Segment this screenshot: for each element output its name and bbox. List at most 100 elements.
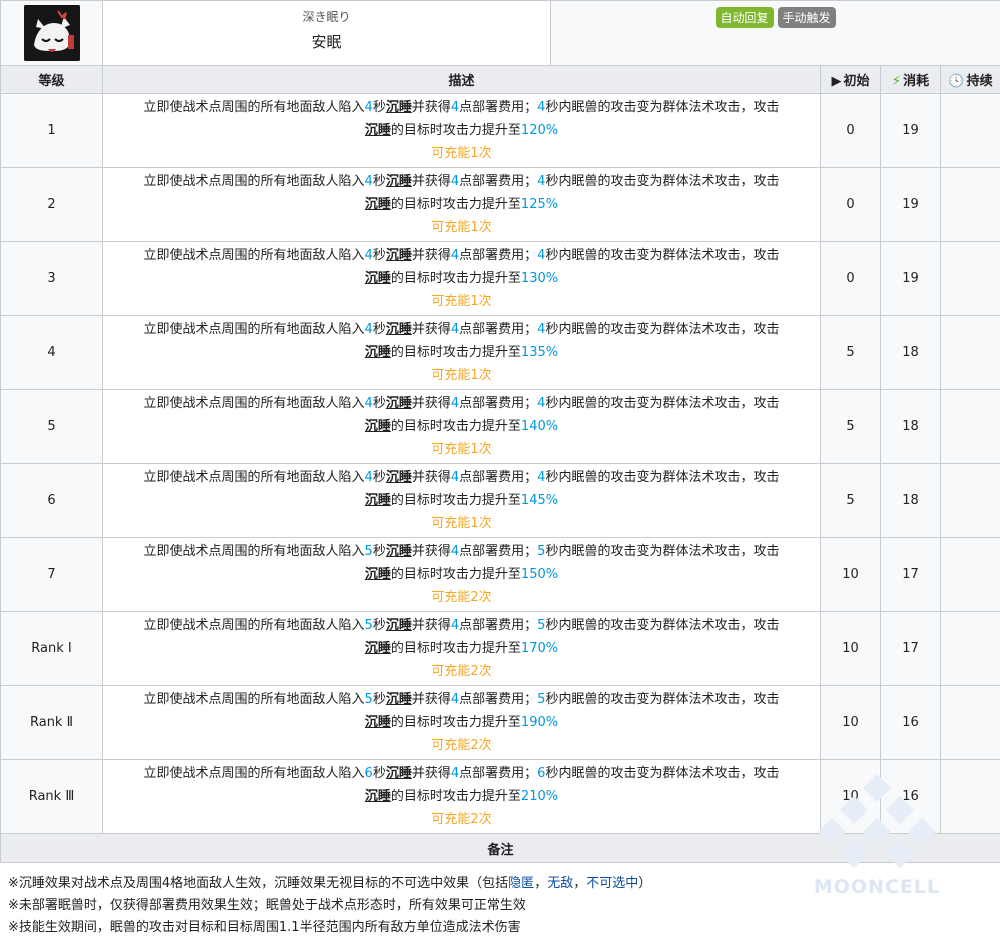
sleep-keyword[interactable]: 沉睡 (365, 567, 391, 582)
description-cell: 立即使战术点周围的所有地面敌人陷入4秒沉睡并获得4点部署费用；4秒内眠兽的攻击变… (102, 167, 821, 242)
sleep-keyword[interactable]: 沉睡 (386, 692, 412, 707)
sleep-keyword[interactable]: 沉睡 (365, 715, 391, 730)
level-rows: 1 立即使战术点周围的所有地面敌人陷入4秒沉睡并获得4点部署费用；4秒内眠兽的攻击… (0, 93, 1000, 834)
charge-text: 可充能1次 (431, 516, 492, 531)
desc-line-2: 沉睡的目标时攻击力提升至125% (364, 197, 559, 212)
sleep-seconds-value: 4 (364, 322, 373, 337)
sp-cost-cell: 19 (880, 93, 941, 168)
initial-sp-cell: 10 (820, 537, 881, 612)
level-row: 4 立即使战术点周围的所有地面敌人陷入4秒沉睡并获得4点部署费用；4秒内眠兽的攻击… (0, 315, 1000, 390)
note-line-2: ※未部署眠兽时，仅获得部署费用效果生效；眠兽处于战术点形态时，所有效果可正常生效 (8, 898, 526, 913)
col-cost-header: ⚡ 消耗 (880, 65, 941, 94)
sleep-keyword[interactable]: 沉睡 (365, 345, 391, 360)
sp-cost-cell: 18 (880, 463, 941, 538)
initial-sp-cell: 5 (820, 315, 881, 390)
skill-name-japanese: 深き眠り (302, 10, 351, 24)
attack-percent-value: 145% (520, 493, 559, 508)
desc-line-2: 沉睡的目标时攻击力提升至135% (364, 345, 559, 360)
sleep-keyword[interactable]: 沉睡 (386, 248, 412, 263)
desc-line-1: 立即使战术点周围的所有地面敌人陷入5秒沉睡并获得4点部署费用；5秒内眠兽的攻击变… (143, 618, 780, 633)
sleep-keyword[interactable]: 沉睡 (386, 396, 412, 411)
initial-sp-cell: 10 (820, 611, 881, 686)
desc-line-2: 沉睡的目标时攻击力提升至210% (364, 789, 559, 804)
dp-value: 4 (450, 692, 460, 707)
level-cell: 3 (0, 241, 103, 316)
sp-cost-cell: 17 (880, 537, 941, 612)
desc-line-2: 沉睡的目标时攻击力提升至120% (364, 123, 559, 138)
sp-cost-cell: 18 (880, 315, 941, 390)
description-cell: 立即使战术点周围的所有地面敌人陷入4秒沉睡并获得4点部署费用；4秒内眠兽的攻击变… (102, 389, 821, 464)
clock-icon: 🕓 (948, 74, 965, 89)
level-cell: 4 (0, 315, 103, 390)
sleep-keyword[interactable]: 沉睡 (365, 419, 391, 434)
desc-line-2: 沉睡的目标时攻击力提升至190% (364, 715, 559, 730)
sleep-keyword[interactable]: 沉睡 (386, 544, 412, 559)
duration-cell (939, 611, 1000, 686)
desc-line-2: 沉睡的目标时攻击力提升至150% (364, 567, 559, 582)
desc-line-1: 立即使战术点周围的所有地面敌人陷入4秒沉睡并获得4点部署费用；4秒内眠兽的攻击变… (143, 174, 780, 189)
dp-value: 4 (450, 544, 460, 559)
sleep-seconds-value: 5 (364, 544, 373, 559)
col-desc-header: 描述 (102, 65, 821, 94)
dp-value: 4 (450, 248, 460, 263)
trigger-type-tag: 手动触发 (777, 6, 836, 28)
duration-cell (939, 537, 1000, 612)
note-line-3: ※技能生效期间，眠兽的攻击对目标和目标周围1.1半径范围内所有敌方单位造成法术伤… (8, 920, 521, 935)
description-cell: 立即使战术点周围的所有地面敌人陷入5秒沉睡并获得4点部署费用；5秒内眠兽的攻击变… (102, 537, 821, 612)
level-row: 7 立即使战术点周围的所有地面敌人陷入5秒沉睡并获得4点部署费用；5秒内眠兽的攻击… (0, 537, 1000, 612)
dp-value: 4 (450, 100, 460, 115)
level-row: 6 立即使战术点周围的所有地面敌人陷入4秒沉睡并获得4点部署费用；4秒内眠兽的攻击… (0, 463, 1000, 538)
sleep-keyword[interactable]: 沉睡 (386, 470, 412, 485)
sleep-seconds-value: 4 (364, 396, 373, 411)
sleep-keyword[interactable]: 沉睡 (365, 123, 391, 138)
initial-sp-cell: 5 (820, 389, 881, 464)
note-link-untargetable[interactable]: 不可选中 (586, 876, 638, 891)
charge-text: 可充能1次 (431, 368, 492, 383)
recovery-type-tag: 自动回复 (715, 6, 774, 28)
attack-percent-value: 130% (520, 271, 559, 286)
sleep-keyword[interactable]: 沉睡 (365, 197, 391, 212)
description-cell: 立即使战术点周围的所有地面敌人陷入4秒沉睡并获得4点部署费用；4秒内眠兽的攻击变… (102, 241, 821, 316)
desc-line-1: 立即使战术点周围的所有地面敌人陷入6秒沉睡并获得4点部署费用；6秒内眠兽的攻击变… (143, 766, 780, 781)
skill-tags-cell: 自动回复 手动触发 (549, 0, 1000, 66)
description-cell: 立即使战术点周围的所有地面敌人陷入5秒沉睡并获得4点部署费用；5秒内眠兽的攻击变… (102, 685, 821, 760)
dp-value: 4 (450, 470, 460, 485)
sleep-keyword[interactable]: 沉睡 (365, 493, 391, 508)
initial-sp-cell: 0 (820, 93, 881, 168)
desc-line-1: 立即使战术点周围的所有地面敌人陷入4秒沉睡并获得4点部署费用；4秒内眠兽的攻击变… (143, 396, 780, 411)
sleep-keyword[interactable]: 沉睡 (386, 766, 412, 781)
attack-percent-value: 135% (520, 345, 559, 360)
charge-text: 可充能2次 (431, 812, 492, 827)
skill-name-cell: 深き眠り 安眠 (102, 0, 551, 66)
sp-cost-cell: 19 (880, 241, 941, 316)
attack-percent-value: 140% (520, 419, 559, 434)
dp-value: 4 (450, 618, 460, 633)
skill-icon-cell (0, 0, 103, 66)
attack-percent-value: 170% (520, 641, 559, 656)
sleep-keyword[interactable]: 沉睡 (386, 174, 412, 189)
initial-sp-cell: 0 (820, 241, 881, 316)
duration-cell (939, 463, 1000, 538)
level-cell: Rank Ⅰ (0, 611, 103, 686)
level-cell: 5 (0, 389, 103, 464)
sleep-keyword[interactable]: 沉睡 (386, 100, 412, 115)
note-link-invincible[interactable]: 无敌 (547, 876, 573, 891)
sleep-keyword[interactable]: 沉睡 (365, 789, 391, 804)
note-link-hidden[interactable]: 隐匿 (508, 876, 534, 891)
duration-cell (939, 315, 1000, 390)
sleep-keyword[interactable]: 沉睡 (365, 271, 391, 286)
level-row: Rank Ⅲ 立即使战术点周围的所有地面敌人陷入6秒沉睡并获得4点部署费用；6秒内… (0, 759, 1000, 834)
sleep-seconds-value: 5 (364, 618, 373, 633)
desc-line-2: 沉睡的目标时攻击力提升至145% (364, 493, 559, 508)
duration-cell (939, 759, 1000, 834)
level-row: Rank Ⅰ 立即使战术点周围的所有地面敌人陷入5秒沉睡并获得4点部署费用；5秒内… (0, 611, 1000, 686)
duration-cell (939, 241, 1000, 316)
sleep-keyword[interactable]: 沉睡 (365, 641, 391, 656)
level-cell: 2 (0, 167, 103, 242)
dp-value: 4 (450, 396, 460, 411)
play-icon: ▶ (831, 74, 842, 89)
desc-line-1: 立即使战术点周围的所有地面敌人陷入4秒沉睡并获得4点部署费用；4秒内眠兽的攻击变… (143, 470, 780, 485)
sleep-keyword[interactable]: 沉睡 (386, 618, 412, 633)
description-cell: 立即使战术点周围的所有地面敌人陷入4秒沉睡并获得4点部署费用；4秒内眠兽的攻击变… (102, 315, 821, 390)
sleep-keyword[interactable]: 沉睡 (386, 322, 412, 337)
